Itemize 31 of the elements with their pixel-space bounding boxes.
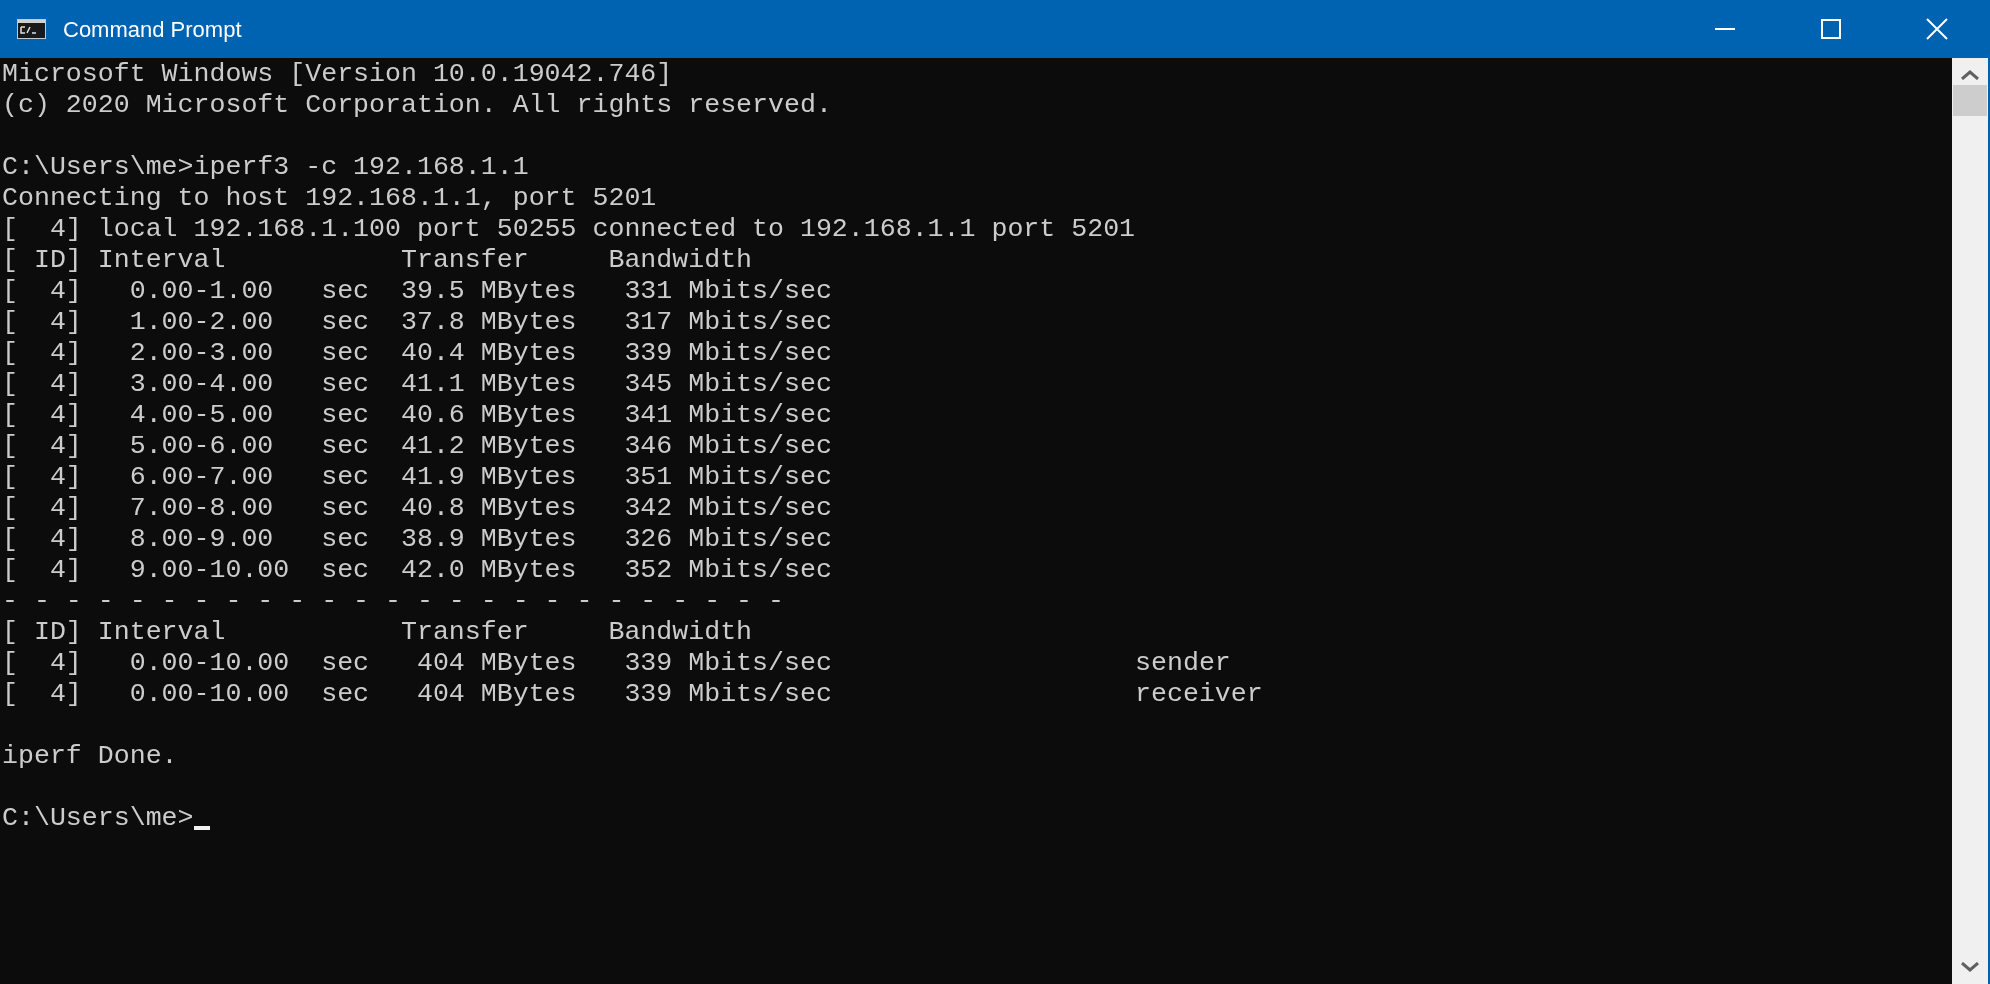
console-line: [ 4] 9.00-10.00 sec 42.0 MBytes 352 Mbits/sec [2,555,832,586]
console-line: [ 4] 4.00-5.00 sec 40.6 MBytes 341 Mbits/sec [2,400,832,431]
scroll-down-icon[interactable] [1961,962,1979,972]
console-line: [ 4] 8.00-9.00 sec 38.9 MBytes 326 Mbits/sec [2,524,832,555]
console-line: [ 4] 0.00-1.00 sec 39.5 MBytes 331 Mbits/sec [2,276,832,307]
console-icon [17,19,46,39]
text-cursor [193,826,210,830]
console-line: [ 4] 1.00-2.00 sec 37.8 MBytes 317 Mbits/sec [2,307,832,338]
scrollbar-thumb[interactable] [1953,85,1987,116]
close-icon [1926,18,1948,40]
maximize-icon [1821,19,1841,39]
console-line: [ ID] Interval Transfer Bandwidth [2,617,753,648]
scroll-up-icon[interactable] [1961,70,1979,80]
console-line: iperf Done. [2,741,178,772]
console-line: Connecting to host 192.168.1.1, port 5201 [2,183,657,214]
window-title: Command Prompt [63,15,242,44]
console-line: (c) 2020 Microsoft Corporation. All rights reserved. [2,90,832,121]
console-line: - - - - - - - - - - - - - - - - - - - - - - - - - [2,586,784,617]
console-line: [ 4] 5.00-6.00 sec 41.2 MBytes 346 Mbits/sec [2,431,832,462]
console-line: C:\Users\me>iperf3 -c 192.168.1.1 [2,152,529,183]
minimize-icon [1715,28,1735,30]
console-line: C:\Users\me> [2,803,194,834]
console-line: [ 4] 0.00-10.00 sec 404 MBytes 339 Mbits/sec sender [2,648,1231,679]
console-line: [ 4] 6.00-7.00 sec 41.9 MBytes 351 Mbits/sec [2,462,832,493]
console-line: [ 4] 2.00-3.00 sec 40.4 MBytes 339 Mbits/sec [2,338,832,369]
console-line: [ ID] Interval Transfer Bandwidth [2,245,753,276]
console-line: Microsoft Windows [Version 10.0.19042.746] [2,59,673,90]
console-line: [ 4] local 192.168.1.100 port 50255 connected to 192.168.1.1 port 5201 [2,214,1136,245]
console-line: [ 4] 0.00-10.00 sec 404 MBytes 339 Mbits/sec receiver [2,679,1263,710]
console-line: [ 4] 3.00-4.00 sec 41.1 MBytes 345 Mbits/sec [2,369,832,400]
console-line: [ 4] 7.00-8.00 sec 40.8 MBytes 342 Mbits/sec [2,493,832,524]
